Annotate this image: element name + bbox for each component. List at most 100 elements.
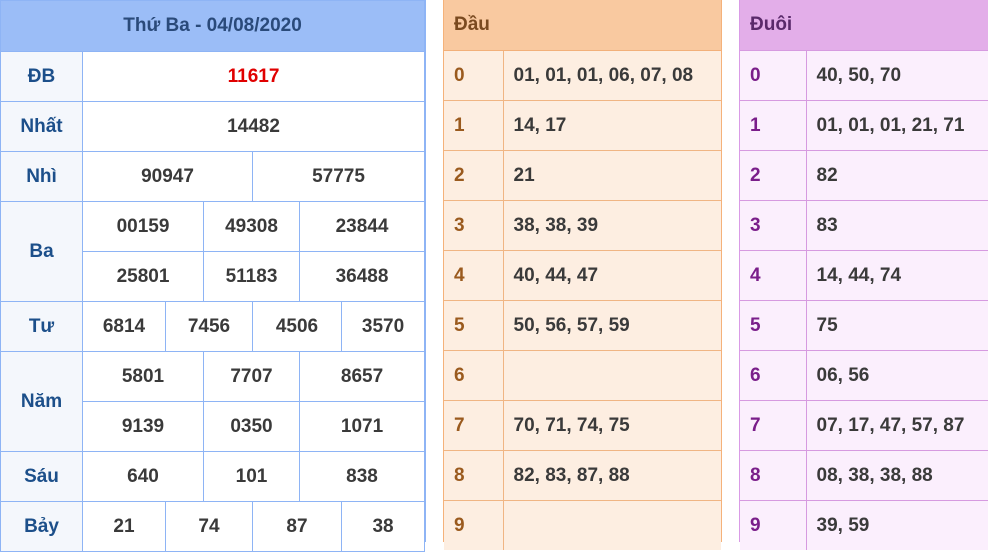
dau-value: 14, 17 xyxy=(503,100,721,151)
prize-value: 838 xyxy=(298,451,426,502)
duoi-row: 2 82 xyxy=(740,150,988,201)
prize-value: 3570 xyxy=(340,301,426,352)
duoi-value: 07, 17, 47, 57, 87 xyxy=(806,400,988,451)
prize-value: 9139 xyxy=(82,401,204,452)
duoi-key: 9 xyxy=(740,500,807,550)
dau-key: 0 xyxy=(444,50,504,101)
dau-value: 21 xyxy=(503,150,721,201)
dau-row: 6 xyxy=(444,350,721,401)
dau-value: 38, 38, 39 xyxy=(503,200,721,251)
prize-label: Nhất xyxy=(0,101,83,152)
duoi-row: 6 06, 56 xyxy=(740,350,988,401)
duoi-value: 83 xyxy=(806,200,988,251)
prize-label: Tư xyxy=(0,301,83,352)
dau-row: 8 82, 83, 87, 88 xyxy=(444,450,721,501)
duoi-row: 9 39, 59 xyxy=(740,500,988,550)
prize-value-special: 11617 xyxy=(81,51,426,102)
prize-value: 38 xyxy=(340,501,426,552)
row-bay: Bảy 21 74 87 38 xyxy=(0,501,426,552)
duoi-header: Đuôi xyxy=(740,0,988,51)
dau-value xyxy=(503,500,721,550)
duoi-value: 01, 01, 01, 21, 71 xyxy=(806,100,988,151)
duoi-key: 4 xyxy=(740,250,807,301)
prize-value: 25801 xyxy=(82,251,204,302)
prize-value: 1071 xyxy=(298,401,426,452)
duoi-key: 8 xyxy=(740,450,807,501)
dau-table: Đầu 0 01, 01, 01, 06, 07, 08 1 14, 17 2 21 … xyxy=(444,0,721,550)
dau-key: 9 xyxy=(444,500,504,550)
prize-value: 4506 xyxy=(252,301,342,352)
duoi-row: 7 07, 17, 47, 57, 87 xyxy=(740,400,988,451)
prize-value: 7456 xyxy=(165,301,253,352)
duoi-key: 7 xyxy=(740,400,807,451)
prize-value: 36488 xyxy=(298,251,426,302)
duoi-key: 1 xyxy=(740,100,807,151)
duoi-value: 06, 56 xyxy=(806,350,988,401)
row-nhi: Nhì 90947 57775 xyxy=(0,151,426,202)
prize-label: Sáu xyxy=(0,451,83,502)
prize-label: Ba xyxy=(0,201,83,302)
row-nam: Năm 5801 7707 8657 xyxy=(0,351,426,452)
duoi-value: 75 xyxy=(806,300,988,351)
prize-value: 23844 xyxy=(298,201,426,252)
duoi-value: 08, 38, 38, 88 xyxy=(806,450,988,501)
prize-value: 57775 xyxy=(251,151,426,202)
dau-key: 7 xyxy=(444,400,504,451)
dau-value: 40, 44, 47 xyxy=(503,250,721,301)
results-table: Thứ Ba - 04/08/2020 ĐB 11617 Nhất 14482 … xyxy=(0,0,426,552)
duoi-key: 3 xyxy=(740,200,807,251)
dau-value: 01, 01, 01, 06, 07, 08 xyxy=(503,50,721,101)
row-tu: Tư 6814 7456 4506 3570 xyxy=(0,301,426,352)
prize-value: 5801 xyxy=(82,351,204,402)
dau-row: 5 50, 56, 57, 59 xyxy=(444,300,721,351)
duoi-row: 3 83 xyxy=(740,200,988,251)
prize-value: 6814 xyxy=(82,301,166,352)
dau-row: 2 21 xyxy=(444,150,721,201)
duoi-row: 4 14, 44, 74 xyxy=(740,250,988,301)
duoi-row: 5 75 xyxy=(740,300,988,351)
prize-value: 74 xyxy=(165,501,253,552)
prize-label: Nhì xyxy=(0,151,83,202)
duoi-row: 1 01, 01, 01, 21, 71 xyxy=(740,100,988,151)
row-db: ĐB 11617 xyxy=(0,51,426,102)
prize-value: 51183 xyxy=(203,251,300,302)
duoi-key: 2 xyxy=(740,150,807,201)
duoi-table: Đuôi 0 40, 50, 70 1 01, 01, 01, 21, 71 2 82… xyxy=(740,0,988,550)
prize-value: 14482 xyxy=(81,101,426,152)
prize-value: 7707 xyxy=(203,351,300,402)
duoi-row: 0 40, 50, 70 xyxy=(740,50,988,101)
prize-label: Bảy xyxy=(0,501,83,552)
row-nhat: Nhất 14482 xyxy=(0,101,426,152)
dau-panel: Đầu 0 01, 01, 01, 06, 07, 08 1 14, 17 2 21 … xyxy=(443,0,722,550)
prize-value: 90947 xyxy=(82,151,253,202)
dau-key: 2 xyxy=(444,150,504,201)
prize-label: ĐB xyxy=(0,51,83,102)
dau-key: 1 xyxy=(444,100,504,151)
prize-value: 8657 xyxy=(298,351,426,402)
dau-row: 0 01, 01, 01, 06, 07, 08 xyxy=(444,50,721,101)
dau-value xyxy=(503,350,721,401)
dau-key: 8 xyxy=(444,450,504,501)
dau-key: 4 xyxy=(444,250,504,301)
dau-value: 50, 56, 57, 59 xyxy=(503,300,721,351)
row-sau: Sáu 640 101 838 xyxy=(0,451,426,502)
dau-row: 7 70, 71, 74, 75 xyxy=(444,400,721,451)
prize-value: 00159 xyxy=(82,201,204,252)
results-title: Thứ Ba - 04/08/2020 xyxy=(0,0,426,52)
prize-value: 49308 xyxy=(203,201,300,252)
prize-label: Năm xyxy=(0,351,83,452)
dau-row: 1 14, 17 xyxy=(444,100,721,151)
dau-key: 3 xyxy=(444,200,504,251)
prize-value: 640 xyxy=(82,451,204,502)
duoi-value: 39, 59 xyxy=(806,500,988,550)
duoi-value: 14, 44, 74 xyxy=(806,250,988,301)
prize-value: 101 xyxy=(203,451,300,502)
dau-row: 4 40, 44, 47 xyxy=(444,250,721,301)
duoi-value: 40, 50, 70 xyxy=(806,50,988,101)
dau-header: Đầu xyxy=(444,0,721,51)
prize-value: 21 xyxy=(82,501,166,552)
duoi-row: 8 08, 38, 38, 88 xyxy=(740,450,988,501)
prize-value: 87 xyxy=(252,501,342,552)
duoi-key: 6 xyxy=(740,350,807,401)
duoi-panel: Đuôi 0 40, 50, 70 1 01, 01, 01, 21, 71 2 82… xyxy=(739,0,988,550)
